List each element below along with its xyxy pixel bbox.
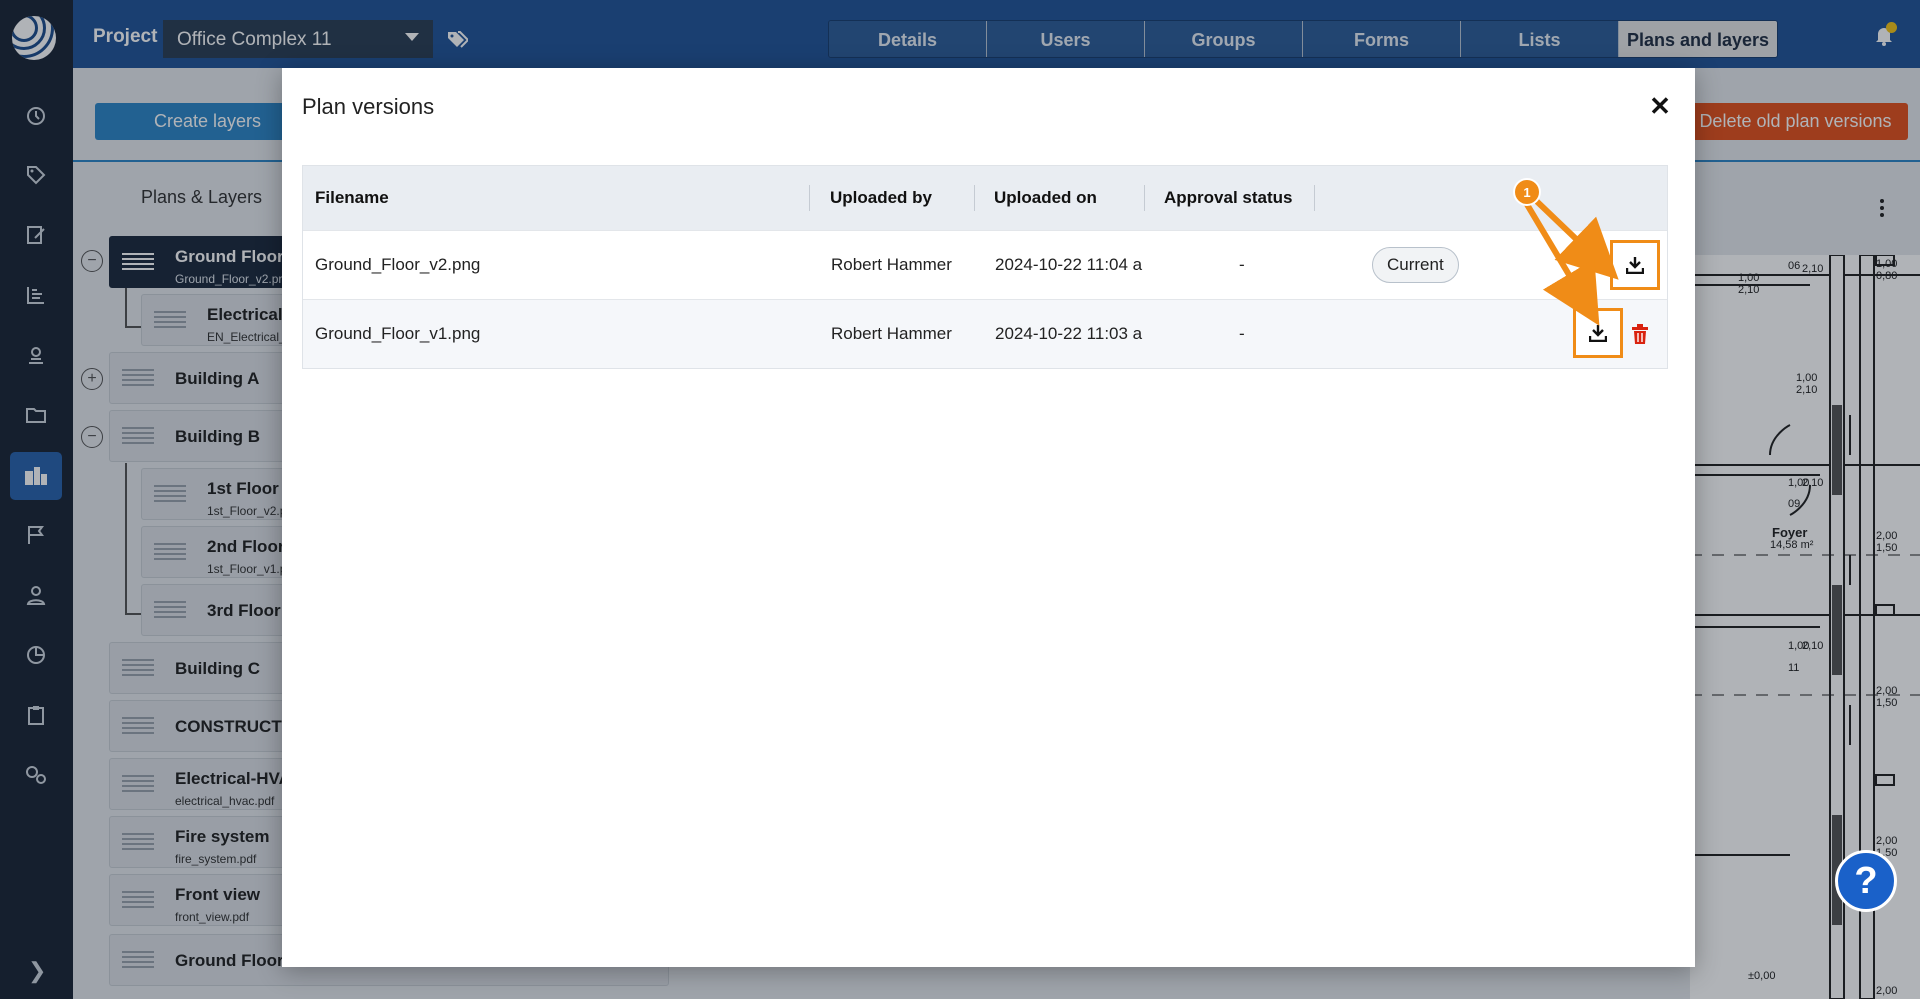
plan-versions-dialog: Plan versions ✕ Filename Uploaded by Upl… [282, 68, 1695, 967]
annotation-arrows [1519, 188, 1619, 326]
help-button[interactable]: ? [1835, 850, 1897, 912]
step-callout-badge: 1 [1515, 180, 1539, 204]
